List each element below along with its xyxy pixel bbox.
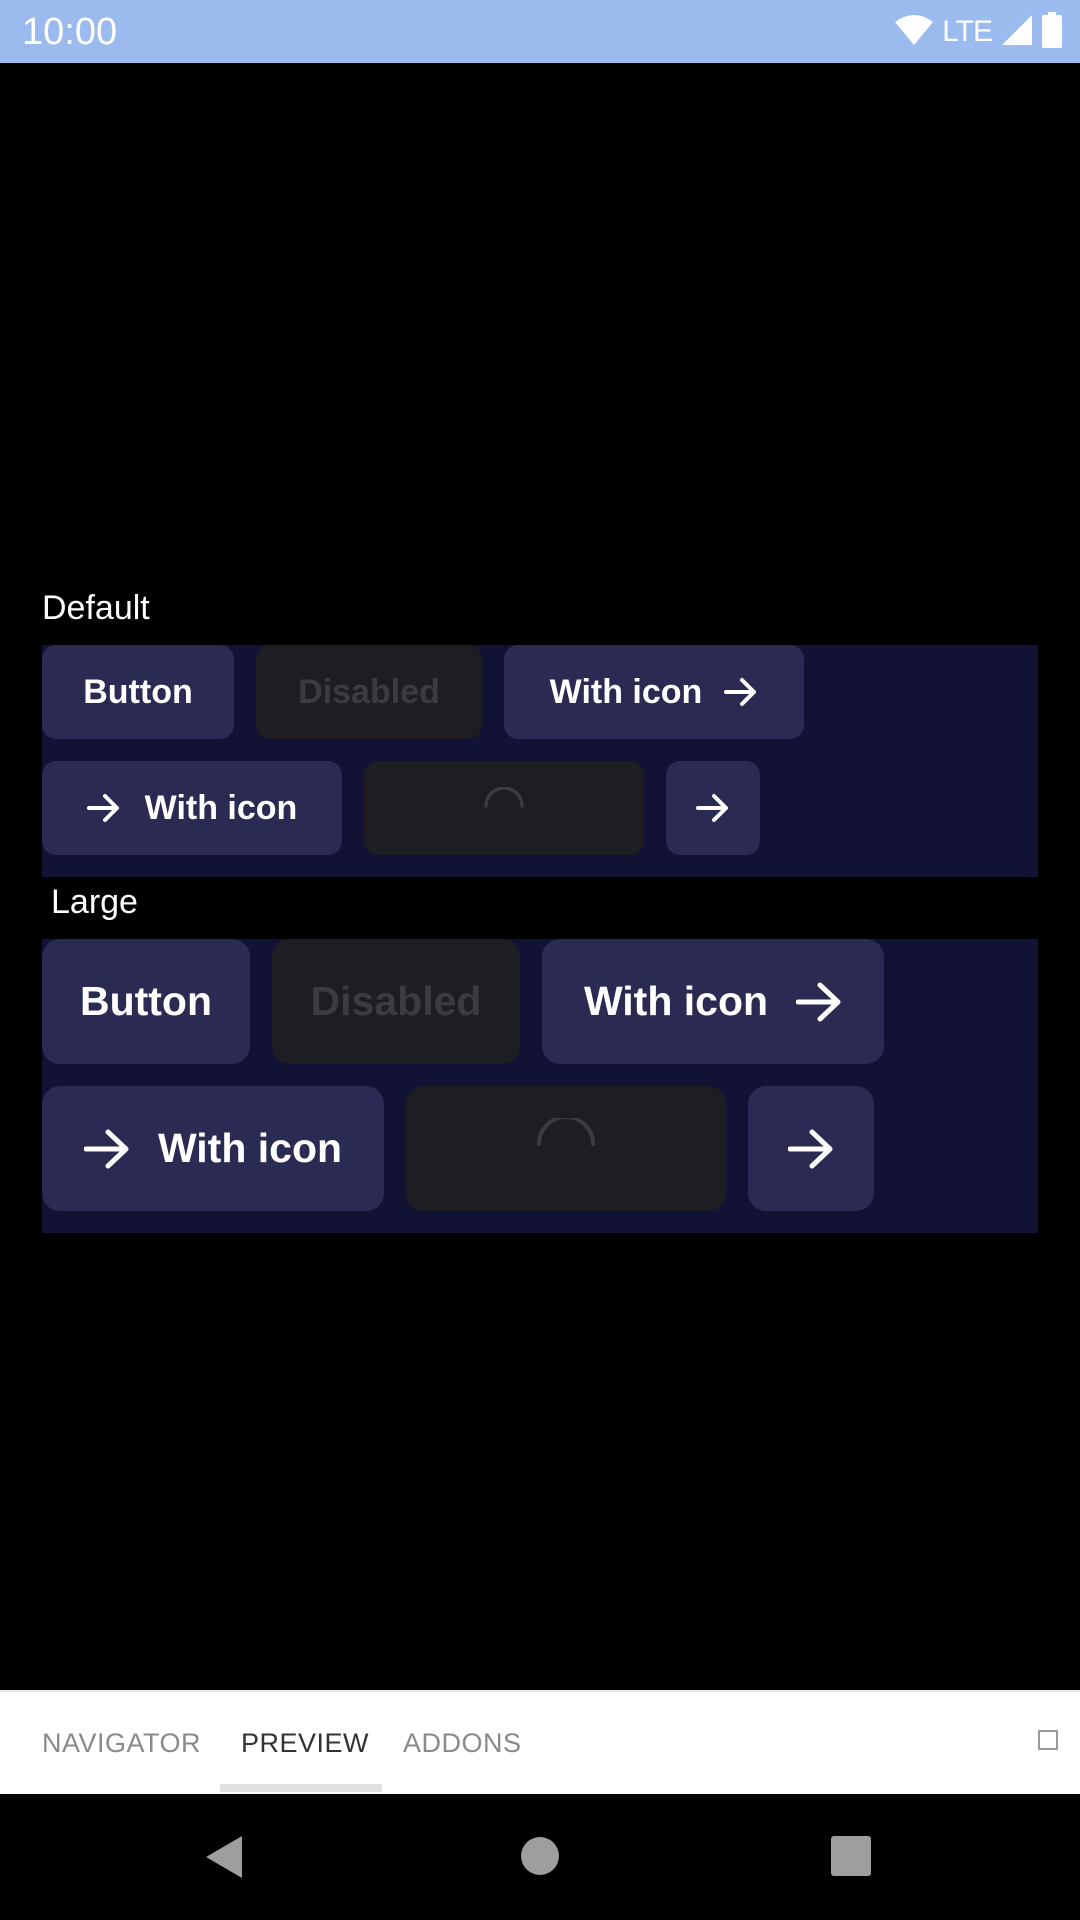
arrow-right-icon xyxy=(83,1129,130,1169)
signal-icon xyxy=(1000,13,1034,52)
default-disabled-label: Disabled xyxy=(298,672,440,711)
home-icon[interactable] xyxy=(520,1836,560,1881)
status-time: 10:00 xyxy=(22,11,118,53)
large-button[interactable]: Button xyxy=(42,939,250,1064)
network-type-label: LTE xyxy=(942,15,993,48)
status-bar: 10:00 LTE xyxy=(0,0,1080,63)
section-title-default: Default xyxy=(42,589,150,627)
status-icons: LTE xyxy=(894,11,1062,53)
large-icon-only-button[interactable] xyxy=(748,1086,874,1211)
system-navigation-bar xyxy=(0,1794,1080,1920)
wifi-icon xyxy=(894,14,934,51)
default-leading-icon-label: With icon xyxy=(144,788,298,827)
large-disabled-button: Disabled xyxy=(272,939,520,1064)
arrow-right-icon xyxy=(796,982,842,1022)
storybook-tab-bar: NAVIGATOR PREVIEW ADDONS xyxy=(0,1690,1080,1794)
large-leading-icon-label: With icon xyxy=(157,1125,343,1171)
default-button-label: Button xyxy=(83,672,193,711)
arrow-right-icon xyxy=(724,677,758,707)
arrow-right-icon xyxy=(788,1129,834,1169)
large-with-icon-label: With icon xyxy=(583,978,769,1024)
recents-icon[interactable] xyxy=(831,1836,871,1881)
tab-navigator[interactable]: NAVIGATOR xyxy=(42,1692,201,1794)
active-tab-indicator xyxy=(220,1784,382,1792)
default-disabled-button: Disabled xyxy=(256,645,482,739)
default-with-icon-button[interactable]: With icon xyxy=(504,645,804,739)
tab-preview[interactable]: PREVIEW xyxy=(241,1692,369,1794)
default-with-icon-label: With icon xyxy=(549,672,703,711)
large-leading-icon-button[interactable]: With icon xyxy=(42,1086,384,1211)
default-loading-button xyxy=(364,761,644,855)
default-button[interactable]: Button xyxy=(42,645,234,739)
large-loading-button xyxy=(406,1086,726,1211)
arrow-right-icon xyxy=(86,793,121,823)
large-disabled-label: Disabled xyxy=(310,978,482,1024)
fullscreen-toggle-icon[interactable] xyxy=(1038,1730,1058,1750)
loading-spinner-icon xyxy=(535,1118,597,1148)
default-buttons-panel: Button Disabled With icon With icon xyxy=(42,645,1038,877)
loading-spinner-icon xyxy=(483,787,525,809)
back-icon[interactable] xyxy=(204,1834,244,1885)
section-title-large: Large xyxy=(51,883,138,921)
default-icon-only-button[interactable] xyxy=(666,761,760,855)
large-button-label: Button xyxy=(79,978,213,1024)
default-leading-icon-button[interactable]: With icon xyxy=(42,761,342,855)
large-buttons-panel: Button Disabled With icon With icon xyxy=(42,939,1038,1233)
arrow-right-icon xyxy=(696,793,730,823)
battery-icon xyxy=(1042,11,1062,53)
tab-addons[interactable]: ADDONS xyxy=(403,1692,522,1794)
large-with-icon-button[interactable]: With icon xyxy=(542,939,884,1064)
